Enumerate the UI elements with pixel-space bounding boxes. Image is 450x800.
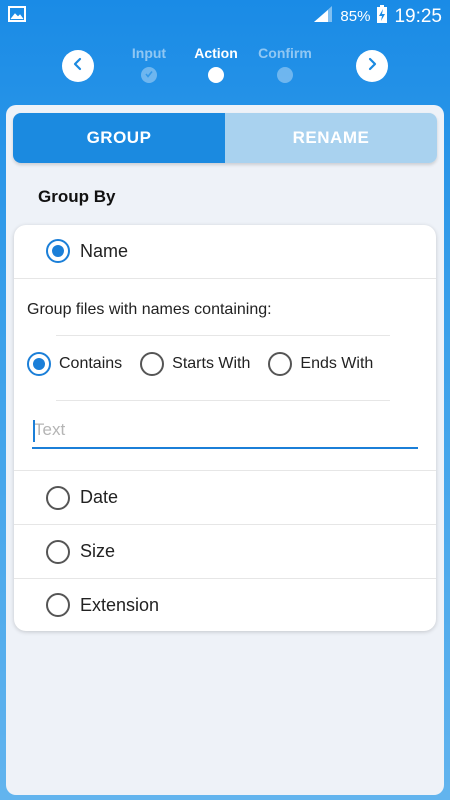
step-active-indicator: [208, 67, 224, 83]
option-size[interactable]: Size: [14, 525, 436, 578]
name-filter-hint: Group files with names containing:: [27, 301, 272, 318]
divider: [14, 278, 436, 279]
step-confirm: Confirm: [245, 45, 325, 83]
option-date[interactable]: Date: [14, 471, 436, 524]
check-icon: [144, 66, 154, 84]
tab-rename[interactable]: RENAME: [225, 113, 437, 163]
radio-button[interactable]: [268, 352, 293, 376]
match-mode-options: Contains Starts With Ends With: [27, 352, 391, 376]
tab-group[interactable]: GROUP: [13, 113, 225, 163]
radio-button[interactable]: [46, 239, 70, 263]
divider: [56, 335, 390, 336]
match-label: Contains: [59, 355, 123, 372]
wizard-stepper: Input Action Confirm: [0, 40, 450, 100]
text-cursor: [33, 420, 35, 442]
match-contains[interactable]: Contains: [27, 352, 122, 376]
match-ends-with[interactable]: Ends With: [268, 352, 373, 376]
radio-button[interactable]: [27, 352, 51, 376]
step-label: Action: [194, 45, 238, 61]
option-extension[interactable]: Extension: [14, 579, 436, 631]
group-by-options-card: Name Group files with names containing: …: [14, 225, 436, 631]
step-action: Action: [176, 45, 256, 83]
clock: 19:25: [394, 5, 442, 27]
option-label: Extension: [80, 594, 160, 615]
name-text-input[interactable]: [32, 413, 418, 449]
match-label: Ends With: [300, 355, 374, 372]
match-starts-with[interactable]: Starts With: [140, 352, 250, 376]
next-step-button[interactable]: [356, 50, 388, 82]
previous-step-button[interactable]: [62, 50, 94, 82]
step-done-indicator: [141, 67, 157, 83]
chevron-right-icon: [365, 57, 379, 76]
radio-button[interactable]: [140, 352, 165, 376]
divider: [56, 400, 390, 401]
option-label: Size: [80, 541, 116, 561]
option-label: Date: [80, 487, 119, 507]
battery-percent: 85%: [340, 8, 371, 25]
section-title: Group By: [38, 187, 116, 206]
option-label: Name: [80, 240, 129, 261]
radio-button[interactable]: [46, 593, 70, 617]
mode-tabs: GROUP RENAME: [13, 113, 437, 163]
option-name[interactable]: Name: [14, 225, 436, 277]
image-icon: [8, 6, 26, 22]
match-label: Starts With: [172, 355, 251, 372]
radio-button[interactable]: [46, 485, 70, 510]
radio-button[interactable]: [46, 539, 70, 564]
status-bar: 85% 19:25: [0, 0, 450, 32]
main-panel: GROUP RENAME Group By Name Group files w…: [6, 105, 444, 795]
battery-charging-icon: [376, 4, 388, 29]
signal-icon: [312, 4, 334, 29]
step-pending-indicator: [277, 67, 293, 83]
chevron-left-icon: [71, 57, 85, 76]
step-label: Confirm: [258, 45, 312, 61]
